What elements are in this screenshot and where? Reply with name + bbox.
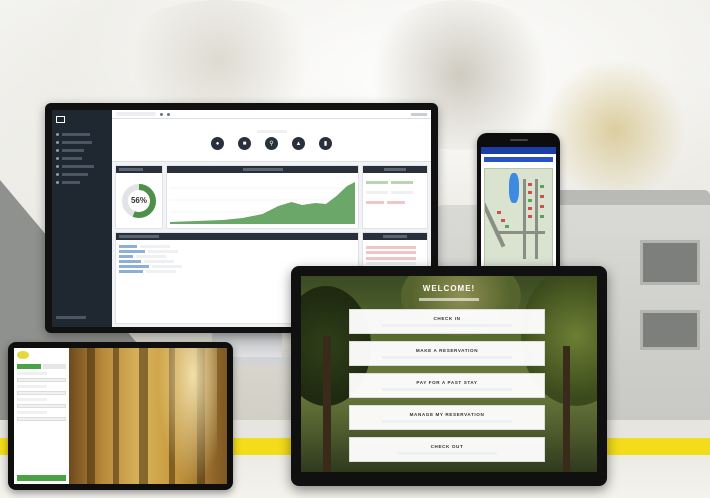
toggle-option[interactable]: [42, 364, 66, 369]
form-field[interactable]: [17, 404, 66, 408]
document-icon: ▮: [319, 137, 332, 150]
check-out-button[interactable]: CHECK OUT: [349, 437, 545, 462]
button-title: CHECK OUT: [430, 444, 464, 449]
calendar-icon: ■: [238, 137, 251, 150]
logo-mark-icon: [56, 116, 65, 123]
dot-icon: [56, 141, 59, 144]
phone-header-bar: [481, 147, 556, 154]
form-field[interactable]: [17, 391, 66, 395]
sidebar-item[interactable]: [56, 165, 108, 168]
site-stats-panel: [362, 165, 428, 229]
lake: [509, 173, 519, 203]
reservation-chart-panel: [166, 165, 359, 229]
donut-percent: 56%: [130, 196, 147, 205]
tablet-screen: [14, 348, 227, 484]
form-field[interactable]: [17, 417, 66, 421]
search-input[interactable]: [116, 112, 156, 116]
laptop: WELCOME! CHECK IN MAKE A RESERVATION PAY…: [291, 266, 607, 486]
quick-action[interactable]: ■: [238, 137, 251, 150]
submit-button[interactable]: [17, 475, 66, 481]
person-icon: ●: [211, 137, 224, 150]
form-field[interactable]: [17, 378, 66, 382]
occupancy-donut: 56%: [119, 176, 159, 225]
quick-action[interactable]: ▮: [319, 137, 332, 150]
hero-photo: [69, 348, 227, 484]
panel-header: [363, 233, 427, 240]
booking-form: [14, 348, 69, 484]
occupancy-panel: 56%: [115, 165, 163, 229]
quick-actions-row: ● ■ ⚲ ▲ ▮: [211, 137, 332, 150]
sidebar-item[interactable]: [56, 157, 108, 160]
panel-header: [363, 166, 427, 173]
kiosk-button-list: CHECK IN MAKE A RESERVATION PAY FOR A PA…: [349, 309, 545, 462]
area-chart: [170, 182, 355, 224]
panel-header: [167, 166, 358, 173]
pay-past-stay-button[interactable]: PAY FOR A PAST STAY: [349, 373, 545, 398]
dot-icon: [56, 165, 59, 168]
dot-icon: [56, 181, 59, 184]
phone-screen: [481, 147, 556, 283]
dot-icon: [56, 133, 59, 136]
user-menu[interactable]: [411, 112, 427, 116]
kiosk-screen: WELCOME! CHECK IN MAKE A RESERVATION PAY…: [301, 276, 597, 472]
phone-tab-button[interactable]: [484, 157, 553, 162]
quick-action[interactable]: ●: [211, 137, 224, 150]
sidebar-footer: [56, 313, 108, 321]
button-title: MANAGE MY RESERVATION: [409, 412, 485, 417]
toggle-option[interactable]: [17, 364, 41, 369]
dashboard-topbar: [112, 110, 431, 119]
button-title: PAY FOR A PAST STAY: [416, 380, 478, 385]
search-icon: ⚲: [265, 137, 278, 150]
rv-window: [640, 310, 700, 350]
sidebar-item[interactable]: [56, 181, 108, 184]
button-title: MAKE A RESERVATION: [415, 348, 479, 353]
welcome-subtitle: [301, 295, 597, 304]
quick-action[interactable]: ▲: [292, 137, 305, 150]
tablet: [8, 342, 233, 490]
tree-foliage: [110, 0, 330, 120]
panel-header: [116, 166, 162, 173]
settings-icon[interactable]: [167, 112, 170, 116]
campground-map[interactable]: [484, 168, 553, 280]
brand-logo: [17, 351, 29, 359]
dashboard-sidebar: [52, 110, 112, 327]
notification-icon[interactable]: [160, 112, 163, 116]
sidebar-item[interactable]: [56, 173, 108, 176]
tree-foliage: [540, 60, 690, 200]
welcome-heading: WELCOME!: [422, 284, 476, 293]
dashboard-logo: [56, 116, 108, 123]
sidebar-item[interactable]: [56, 149, 108, 152]
quick-actions-bar: ● ■ ⚲ ▲ ▮: [112, 119, 431, 162]
dot-icon: [56, 157, 59, 160]
check-in-button[interactable]: CHECK IN: [349, 309, 545, 334]
sidebar-item[interactable]: [56, 141, 108, 144]
dot-icon: [56, 149, 59, 152]
quick-action[interactable]: ⚲: [265, 137, 278, 150]
manage-reservation-button[interactable]: MANAGE MY RESERVATION: [349, 405, 545, 430]
button-title: CHECK IN: [433, 316, 461, 321]
dot-icon: [56, 173, 59, 176]
rv-window: [640, 240, 700, 285]
make-reservation-button[interactable]: MAKE A RESERVATION: [349, 341, 545, 366]
panel-header: [116, 233, 358, 240]
cart-icon: ▲: [292, 137, 305, 150]
phone-speaker: [510, 139, 528, 141]
booking-type-toggle[interactable]: [17, 364, 66, 369]
sidebar-item[interactable]: [56, 133, 108, 136]
